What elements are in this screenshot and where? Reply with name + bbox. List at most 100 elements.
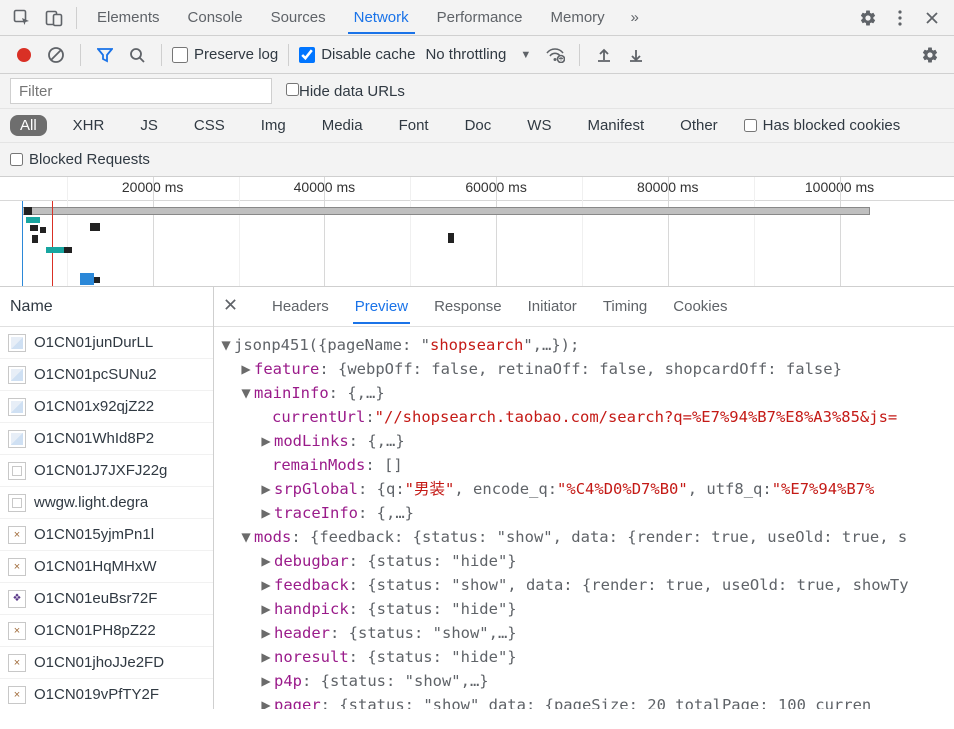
detail-tabs: Headers Preview Response Initiator Timin… [214,287,954,327]
file-type-icon [8,558,26,576]
request-name: O1CN015yjmPn1l [34,526,154,543]
type-ws[interactable]: WS [517,115,561,136]
detail-tab-headers[interactable]: Headers [272,290,329,323]
request-row[interactable]: O1CN01euBsr72F [0,583,213,615]
filter-bar: Hide data URLs [0,74,954,109]
blocked-requests-label: Blocked Requests [29,151,150,168]
file-type-icon [8,366,26,384]
file-type-icon [8,430,26,448]
json-preview-tree[interactable]: ▼jsonp451({pageName: "shopsearch",…}); ▶… [214,327,954,709]
type-media[interactable]: Media [312,115,373,136]
request-row[interactable]: O1CN01HqMHxW [0,551,213,583]
export-har-icon[interactable] [622,41,650,69]
type-all[interactable]: All [10,115,47,136]
clear-icon[interactable] [42,41,70,69]
file-type-icon [8,622,26,640]
close-detail-icon[interactable] [224,298,246,315]
preserve-log-label: Preserve log [194,46,278,63]
overview-timeline[interactable]: 20000 ms 40000 ms 60000 ms 80000 ms 1000… [0,177,954,287]
throttling-label: No throttling [425,46,506,63]
type-other[interactable]: Other [670,115,728,136]
type-doc[interactable]: Doc [455,115,502,136]
request-row[interactable]: O1CN015yjmPn1l [0,519,213,551]
request-name: O1CN01J7JXFJ22g [34,462,167,479]
file-type-icon [8,398,26,416]
has-blocked-cookies-checkbox[interactable]: Has blocked cookies [744,117,901,134]
request-row[interactable]: O1CN01PH8pZ22 [0,615,213,647]
request-detail-pane: Headers Preview Response Initiator Timin… [214,287,954,709]
timeline-ruler: 20000 ms 40000 ms 60000 ms 80000 ms 1000… [0,177,954,201]
separator [76,7,77,29]
search-icon[interactable] [123,41,151,69]
disable-cache-label: Disable cache [321,46,415,63]
request-list: Name O1CN01junDurLL O1CN01pcSUNu2 O1CN01x9… [0,287,214,709]
disable-cache-checkbox[interactable]: Disable cache [299,46,415,63]
separator [579,44,580,66]
request-name: O1CN01junDurLL [34,334,153,351]
hide-data-urls-label: Hide data URLs [299,83,405,100]
request-row[interactable]: O1CN01pcSUNu2 [0,359,213,391]
record-button[interactable] [10,41,38,69]
request-row[interactable]: wwgw.light.degra [0,487,213,519]
request-name: O1CN01euBsr72F [34,590,157,607]
network-settings-gear-icon[interactable] [916,41,944,69]
file-type-icon [8,494,26,512]
detail-tab-preview[interactable]: Preview [355,290,408,323]
blocked-requests-bar: Blocked Requests [0,143,954,177]
blocked-requests-checkbox[interactable]: Blocked Requests [10,151,150,168]
separator [161,44,162,66]
preserve-log-checkbox[interactable]: Preserve log [172,46,278,63]
tab-network[interactable]: Network [340,2,423,33]
tab-sources[interactable]: Sources [257,2,340,33]
filter-icon[interactable] [91,41,119,69]
import-har-icon[interactable] [590,41,618,69]
tab-console[interactable]: Console [174,2,257,33]
request-name: O1CN01jhoJJe2FD [34,654,164,671]
detail-tab-response[interactable]: Response [434,290,502,323]
file-type-icon [8,654,26,672]
tab-elements[interactable]: Elements [83,2,174,33]
request-row[interactable]: O1CN01junDurLL [0,327,213,359]
request-name: O1CN019vPfTY2F [34,686,159,703]
network-toolbar: Preserve log Disable cache No throttling… [0,36,954,74]
detail-tab-timing[interactable]: Timing [603,290,647,323]
request-row[interactable]: O1CN019vPfTY2F [0,679,213,709]
detail-tab-initiator[interactable]: Initiator [528,290,577,323]
request-row[interactable]: O1CN01J7JXFJ22g [0,455,213,487]
detail-tab-cookies[interactable]: Cookies [673,290,727,323]
request-row[interactable]: O1CN01x92qjZ22 [0,391,213,423]
file-type-icon [8,686,26,704]
settings-gear-icon[interactable] [852,2,884,34]
name-column-header[interactable]: Name [0,287,213,327]
request-name: O1CN01pcSUNu2 [34,366,157,383]
file-type-icon [8,590,26,608]
tab-memory[interactable]: Memory [537,2,619,33]
tab-performance[interactable]: Performance [423,2,537,33]
type-img[interactable]: Img [251,115,296,136]
kebab-menu-icon[interactable] [884,2,916,34]
inspect-element-icon[interactable] [6,2,38,34]
type-font[interactable]: Font [389,115,439,136]
has-blocked-cookies-label: Has blocked cookies [763,117,901,134]
file-type-icon [8,334,26,352]
separator [80,44,81,66]
type-css[interactable]: CSS [184,115,235,136]
request-row[interactable]: O1CN01WhId8P2 [0,423,213,455]
file-type-icon [8,462,26,480]
network-conditions-icon[interactable] [541,41,569,69]
request-name: O1CN01HqMHxW [34,558,157,575]
devtools-tabstrip: Elements Console Sources Network Perform… [0,0,954,36]
request-name: wwgw.light.degra [34,494,148,511]
hide-data-urls-checkbox[interactable]: Hide data URLs [286,83,405,100]
type-xhr[interactable]: XHR [63,115,115,136]
filter-input[interactable] [10,78,272,104]
device-toolbar-icon[interactable] [38,2,70,34]
more-tabs-icon[interactable]: » [619,2,651,34]
file-type-icon [8,526,26,544]
type-manifest[interactable]: Manifest [577,115,654,136]
request-row[interactable]: O1CN01jhoJJe2FD [0,647,213,679]
throttling-select[interactable]: No throttling ▼ [419,46,537,63]
type-js[interactable]: JS [130,115,168,136]
close-devtools-icon[interactable] [916,2,948,34]
type-filter-bar: All XHR JS CSS Img Media Font Doc WS Man… [0,109,954,143]
